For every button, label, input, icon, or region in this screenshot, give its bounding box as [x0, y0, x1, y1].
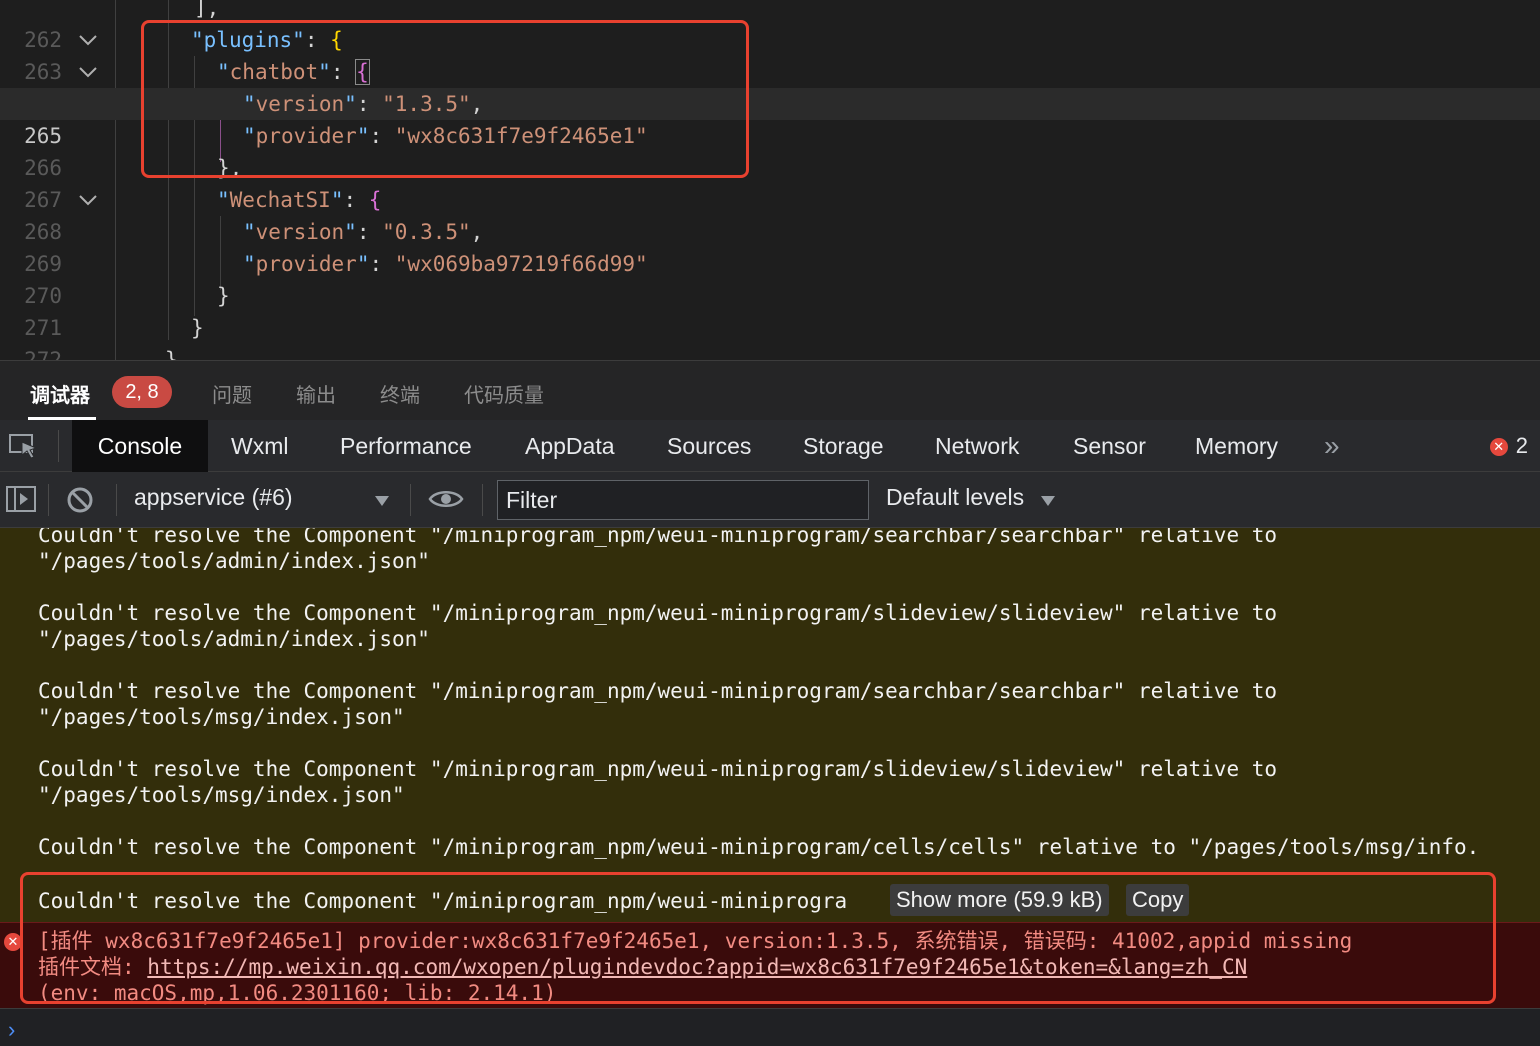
divider — [410, 484, 411, 516]
divider — [116, 484, 117, 516]
error-message: [插件 wx8c631f7e9f2465e1] provider:wx8c631… — [38, 929, 1353, 953]
code-text: "version": "0.3.5", — [243, 220, 484, 244]
console-warning: Couldn't resolve the Component "/minipro… — [38, 757, 1278, 807]
tab-performance[interactable]: Performance — [340, 420, 472, 472]
code-text: ], — [194, 0, 220, 20]
console-prompt[interactable]: › — [0, 1008, 1540, 1046]
error-icon: ✕ — [1489, 438, 1508, 456]
code-line: 264 "chatbot": { — [0, 56, 1540, 116]
code-line: 273 } — [0, 344, 1540, 360]
tab-sensor[interactable]: Sensor — [1073, 420, 1146, 472]
console-warning: Couldn't resolve the Component "/minipro… — [38, 601, 1278, 651]
show-more-button[interactable]: Show more (59.9 kB) — [890, 884, 1109, 916]
tab-problems[interactable]: 问题 — [212, 379, 252, 408]
status-badge: 2, 8 — [112, 376, 172, 408]
tab-sources[interactable]: Sources — [667, 420, 751, 472]
code-line: 266 "provider": "wx8c631f7e9f2465e1" — [0, 120, 1540, 180]
error-icon: ✕ — [4, 933, 22, 951]
console-error: ✕ [插件 wx8c631f7e9f2465e1] provider:wx8c6… — [0, 922, 1540, 1008]
code-line: 265 "version": "1.3.5", — [0, 88, 1540, 148]
code-text: "chatbot": { — [217, 59, 370, 85]
json-key: provider — [255, 124, 357, 148]
json-key: version — [255, 92, 345, 116]
code-text: "plugins": { — [191, 28, 343, 52]
tab-console[interactable]: Console — [72, 420, 208, 472]
tab-appdata[interactable]: AppData — [525, 420, 615, 472]
eye-icon[interactable] — [428, 488, 464, 515]
more-tabs-icon[interactable]: » — [1324, 420, 1340, 472]
code-line: 267 }, — [0, 152, 1540, 212]
chevron-right-icon: › — [8, 1017, 16, 1042]
chevron-down-icon[interactable] — [76, 184, 100, 216]
json-value: wx069ba97219f66d99 — [407, 252, 635, 276]
tab-wxml[interactable]: Wxml — [231, 420, 288, 472]
filter-input[interactable]: Filter — [497, 480, 869, 520]
json-key: version — [255, 220, 345, 244]
console-warning: Couldn't resolve the Component "/minipro… — [38, 528, 1278, 573]
code-text: } — [217, 284, 230, 308]
console-warning: Couldn't resolve the Component "/minipro… — [38, 835, 1480, 859]
clear-console-icon[interactable] — [66, 486, 94, 519]
code-text: }, — [217, 156, 243, 180]
code-line: 263 "plugins": { — [0, 24, 1540, 84]
code-line: 268 "WechatSI": { — [0, 184, 1540, 244]
console-warning: Couldn't resolve the Component "/minipro… — [38, 679, 1278, 729]
tab-output[interactable]: 输出 — [296, 379, 336, 408]
log-levels-dropdown[interactable]: Default levels — [886, 484, 1024, 511]
code-line: 271 } — [0, 280, 1540, 340]
console-toolbar: appservice (#6) Filter Default levels — [0, 472, 1540, 528]
tab-terminal[interactable]: 终端 — [380, 379, 420, 408]
json-key: plugins — [203, 28, 293, 52]
code-text: "provider": "wx069ba97219f66d99" — [243, 252, 648, 276]
divider — [48, 484, 49, 516]
context-select[interactable]: appservice (#6) — [134, 484, 293, 511]
json-value: 0.3.5 — [394, 220, 458, 244]
chevron-down-icon[interactable] — [1040, 494, 1056, 512]
tab-memory[interactable]: Memory — [1195, 420, 1278, 472]
chevron-down-icon[interactable] — [76, 24, 100, 56]
code-line: 262 ], — [0, 0, 1540, 52]
json-key: WechatSI — [229, 188, 331, 212]
plugin-doc-link[interactable]: https://mp.weixin.qq.com/wxopen/pluginde… — [147, 955, 1247, 979]
toggle-sidebar-icon[interactable] — [6, 486, 38, 519]
divider — [58, 430, 59, 462]
copy-button[interactable]: Copy — [1126, 884, 1190, 916]
json-key: chatbot — [229, 60, 319, 84]
code-line: 272 } — [0, 312, 1540, 360]
tab-debugger[interactable]: 调试器 — [30, 379, 90, 408]
json-key: provider — [255, 252, 357, 276]
code-line: 270 "provider": "wx069ba97219f66d99" — [0, 248, 1540, 308]
tab-network[interactable]: Network — [935, 420, 1019, 472]
inspect-element-icon[interactable] — [8, 432, 40, 465]
error-env: (env: macOS,mp,1.06.2301160; lib: 2.14.1… — [38, 981, 557, 1005]
tab-code-quality[interactable]: 代码质量 — [464, 379, 544, 408]
chevron-down-icon[interactable] — [76, 56, 100, 88]
error-doc-line: 插件文档: https://mp.weixin.qq.com/wxopen/pl… — [38, 954, 1247, 980]
code-editor[interactable]: 262 ], 263 "plugins": { 264 "chatbot": {… — [0, 0, 1540, 360]
code-text: "version": "1.3.5", — [243, 92, 484, 116]
code-text: "WechatSI": { — [217, 188, 382, 212]
divider — [482, 484, 483, 516]
json-value: wx8c631f7e9f2465e1 — [407, 124, 635, 148]
code-text: } — [191, 316, 204, 340]
code-text: "provider": "wx8c631f7e9f2465e1" — [243, 124, 648, 148]
tab-storage[interactable]: Storage — [803, 420, 884, 472]
panel-tab-bar: 调试器 2, 8 问题 输出 终端 代码质量 — [0, 360, 1540, 420]
error-counter[interactable]: ✕ 2 — [1489, 432, 1528, 460]
devtools-tab-bar: Console Wxml Performance AppData Sources… — [0, 420, 1540, 472]
console-warning: Couldn't resolve the Component "/minipro… — [38, 889, 848, 913]
code-line: 269 "version": "0.3.5", — [0, 216, 1540, 276]
error-count: 2 — [1515, 433, 1528, 458]
doc-label: 插件文档: — [38, 955, 148, 979]
code-text: } — [165, 348, 178, 360]
chevron-down-icon[interactable] — [374, 494, 390, 512]
json-value: 1.3.5 — [394, 92, 458, 116]
